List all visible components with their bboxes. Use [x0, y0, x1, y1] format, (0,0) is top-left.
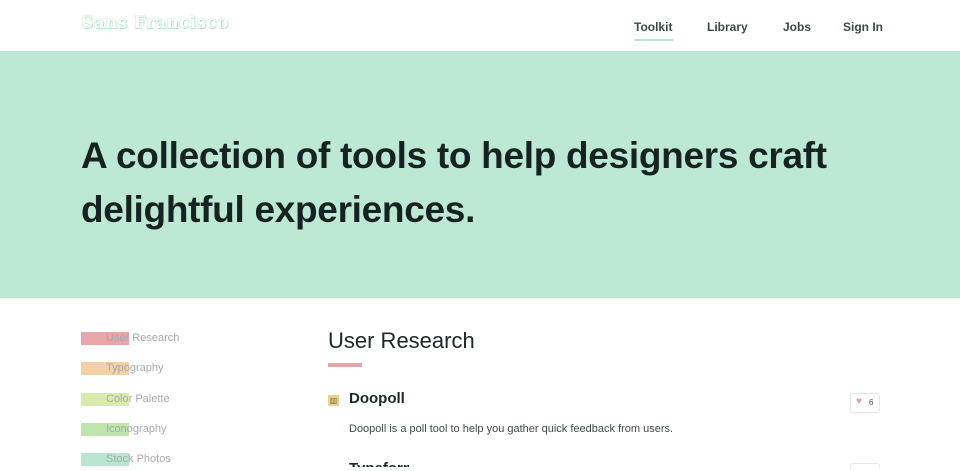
nav-link-toolkit[interactable]: Toolkit [634, 20, 672, 34]
sidebar-item-label: Stock Photos [106, 453, 171, 465]
like-count: 6 [869, 398, 874, 407]
sidebar-item-stock-photos[interactable]: Stock Photos [81, 451, 281, 471]
sidebar-item-label: Typography [106, 362, 164, 374]
sidebar-item-label: User Research [106, 332, 180, 344]
nav-active-indicator [634, 39, 673, 41]
site-header: Sans Francisco Toolkit Library Jobs Sign… [0, 0, 960, 51]
poll-icon: ▥ [328, 395, 339, 406]
sidebar-item-typography[interactable]: Typography [81, 360, 281, 380]
hero-title: A collection of tools to help designers … [81, 135, 827, 230]
nav-link-sign-in[interactable]: Sign In [843, 20, 883, 34]
tool-name[interactable]: Doopoll [349, 390, 405, 407]
tool-description: Doopoll is a poll tool to help you gathe… [349, 423, 674, 435]
sidebar-item-label: Iconography [106, 423, 167, 435]
sidebar-item-iconography[interactable]: Iconography [81, 421, 281, 441]
top-nav: Toolkit Library Jobs Sign In [0, 20, 960, 44]
hero-banner: A collection of tools to help designers … [0, 51, 960, 298]
heart-icon: ♥ [856, 396, 862, 407]
like-button[interactable] [850, 463, 880, 469]
like-button[interactable]: ♥ 6 [850, 393, 880, 413]
nav-link-library[interactable]: Library [707, 20, 748, 34]
nav-link-jobs[interactable]: Jobs [783, 20, 811, 34]
tool-item-peek[interactable]: Typeform [349, 460, 409, 467]
tool-item-doopoll[interactable]: ▥ Doopoll Doopoll is a poll tool to help… [328, 390, 880, 440]
section-underline [328, 363, 362, 367]
sidebar-item-user-research[interactable]: User Research [81, 330, 281, 350]
section-title: User Research [328, 328, 475, 353]
sidebar-item-label: Color Palette [106, 393, 170, 405]
sidebar-item-color-palette[interactable]: Color Palette [81, 391, 281, 411]
